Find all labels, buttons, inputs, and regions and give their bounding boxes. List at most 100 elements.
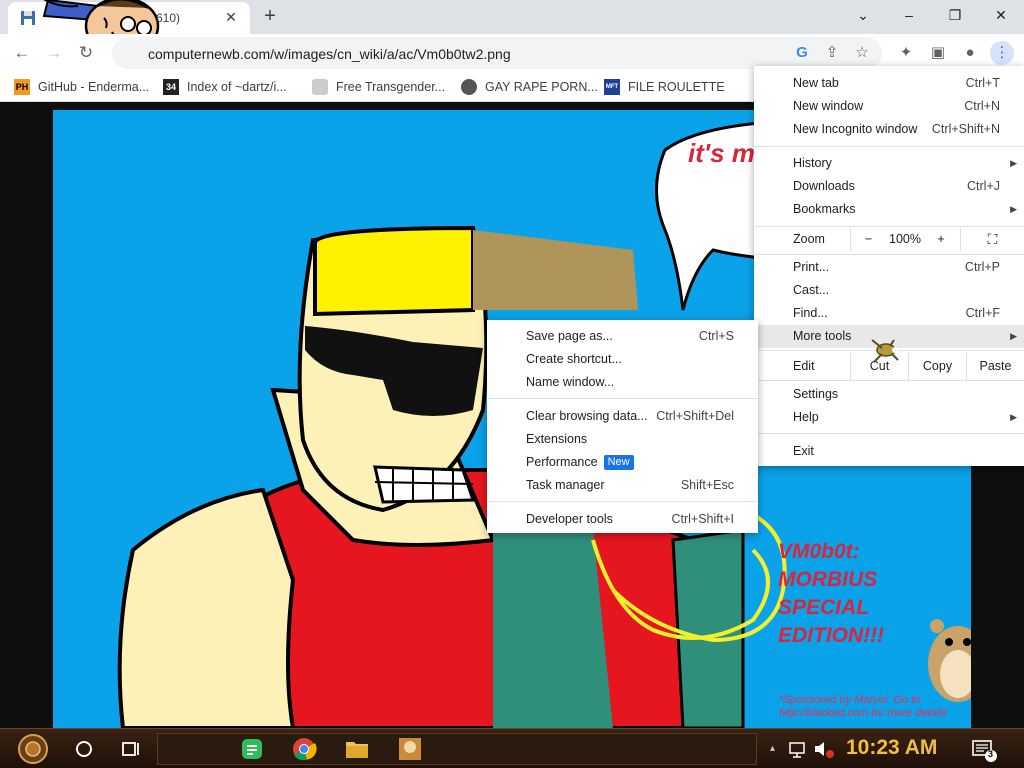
fullscreen-icon[interactable]: ⛶	[960, 228, 1024, 251]
menu-item-exit[interactable]: Exit	[754, 440, 1024, 463]
sponsor-line: *Sponsored by Marvel. Go to	[779, 694, 921, 706]
close-window-button[interactable]: ✕	[978, 0, 1024, 30]
bookmark-item-file-roulette[interactable]: MFT FILE ROULETTE	[604, 78, 725, 96]
forward-arrow-icon[interactable]: →	[42, 41, 66, 65]
menu-item-bookmarks[interactable]: Bookmarks ▶	[754, 198, 1024, 221]
bug-cursor-icon	[871, 339, 899, 363]
menu-item-label: Exit	[793, 444, 814, 458]
profile-avatar-icon[interactable]: ●	[958, 41, 982, 65]
zoom-in-button[interactable]: +	[924, 228, 958, 251]
sponsor-line: http://blacked.com for more details	[779, 707, 948, 719]
notes-app-icon[interactable]	[240, 733, 264, 765]
tab-close-icon[interactable]: ✕	[222, 8, 240, 26]
chrome-main-menu: New tab Ctrl+T New window Ctrl+N New Incog…	[754, 66, 1024, 466]
menu-shortcut: Ctrl+T	[965, 76, 1000, 90]
submenu-item-label: Create shortcut...	[526, 352, 622, 366]
bookmark-item-index[interactable]: 34 Index of ~dartz/i...	[163, 78, 287, 96]
zoom-out-button[interactable]: −	[850, 228, 886, 251]
active-tab[interactable]: 610) ✕	[8, 0, 250, 56]
bookmark-label: Index of ~dartz/i...	[187, 80, 287, 94]
menu-item-settings[interactable]: Settings	[754, 383, 1024, 406]
comic-title-line: MORBIUS	[778, 568, 878, 591]
menu-item-new-incognito[interactable]: New Incognito window Ctrl+Shift+N	[754, 118, 1024, 141]
menu-item-label: Help	[793, 410, 819, 424]
extensions-puzzle-icon[interactable]: ✦	[894, 41, 918, 65]
submenu-arrow-icon: ▶	[1010, 412, 1017, 422]
menu-item-find[interactable]: Find... Ctrl+F	[754, 302, 1024, 325]
bookmark-label: FILE ROULETTE	[628, 80, 725, 94]
menu-separator	[754, 433, 1024, 434]
submenu-item-performance[interactable]: Performance New	[487, 451, 758, 474]
volume-muted-icon[interactable]	[812, 733, 836, 765]
taskbar-clock[interactable]: 10:23 AM	[846, 736, 937, 760]
menu-separator	[754, 380, 1024, 381]
menu-shortcut: Ctrl+Shift+N	[931, 122, 1000, 136]
submenu-item-create-shortcut[interactable]: Create shortcut...	[487, 348, 758, 371]
submenu-item-task-manager[interactable]: Task manager Shift+Esc	[487, 474, 758, 497]
bookmark-star-icon[interactable]: ☆	[852, 43, 872, 63]
submenu-item-label: Name window...	[526, 375, 615, 389]
edit-label: Edit	[793, 359, 815, 373]
menu-separator	[487, 501, 758, 502]
menu-item-label: More tools	[793, 329, 852, 343]
reload-icon[interactable]: ↻	[74, 41, 98, 65]
submenu-item-name-window[interactable]: Name window...	[487, 371, 758, 394]
globe-favicon-icon	[461, 79, 477, 95]
menu-item-label: Find...	[793, 306, 828, 320]
submenu-shortcut: Ctrl+Shift+I	[671, 512, 734, 526]
file-explorer-icon[interactable]	[344, 733, 370, 765]
submenu-item-label: Developer tools	[526, 512, 613, 526]
menu-item-new-window[interactable]: New window Ctrl+N	[754, 95, 1024, 118]
menu-item-label: History	[793, 156, 832, 170]
menu-item-downloads[interactable]: Downloads Ctrl+J	[754, 175, 1024, 198]
copy-button[interactable]: Copy	[908, 353, 966, 380]
tray-chevron-icon[interactable]: ▴	[770, 733, 778, 765]
mft-favicon-icon: MFT	[604, 79, 620, 95]
chrome-icon[interactable]	[291, 733, 317, 765]
comic-title: VM0b0t: MORBIUS SPECIAL EDITION!!!	[778, 538, 884, 650]
chrome-menu-kebab-icon[interactable]: ⋮	[990, 41, 1014, 65]
menu-item-help[interactable]: Help ▶	[754, 406, 1024, 429]
new-tab-button[interactable]: +	[258, 5, 282, 29]
bookmark-item-github[interactable]: PH GitHub - Enderma...	[14, 78, 149, 96]
bookmark-item-globe[interactable]: GAY RAPE PORN...	[461, 78, 598, 96]
minimize-button[interactable]: –	[886, 0, 932, 30]
menu-separator	[487, 398, 758, 399]
window-controls: ⌄ – ❐ ✕	[840, 0, 1024, 30]
zoom-row: Zoom − 100% + ⛶	[754, 228, 1024, 251]
floppy-favicon-icon	[21, 11, 35, 25]
menu-shortcut: Ctrl+N	[964, 99, 1000, 113]
back-arrow-icon[interactable]: ←	[10, 41, 34, 65]
submenu-arrow-icon: ▶	[1010, 331, 1017, 341]
menu-item-label: Bookmarks	[793, 202, 856, 216]
zoom-label: Zoom	[793, 232, 825, 246]
submenu-item-label: Task manager	[526, 478, 605, 492]
start-orb-icon[interactable]	[12, 733, 54, 765]
bookmark-item-free[interactable]: Free Transgender...	[312, 78, 445, 96]
bookmark-label: GitHub - Enderma...	[38, 80, 150, 94]
address-bar[interactable]: computernewb.com/w/images/cn_wiki/a/ac/V…	[112, 37, 882, 69]
share-icon[interactable]: ⇪	[822, 43, 842, 63]
menu-item-history[interactable]: History ▶	[754, 152, 1024, 175]
game-app-icon[interactable]	[397, 733, 423, 765]
notification-center-icon[interactable]	[970, 733, 998, 765]
restore-button[interactable]: ❐	[932, 0, 978, 30]
submenu-item-extensions[interactable]: Extensions	[487, 428, 758, 451]
url-text: computernewb.com/w/images/cn_wiki/a/ac/V…	[148, 46, 511, 62]
menu-item-new-tab[interactable]: New tab Ctrl+T	[754, 72, 1024, 95]
submenu-shortcut: Ctrl+Shift+Del	[656, 409, 734, 423]
submenu-arrow-icon: ▶	[1010, 204, 1017, 214]
menu-item-print[interactable]: Print... Ctrl+P	[754, 256, 1024, 279]
search-circle-icon[interactable]	[72, 733, 96, 765]
tab-search-chevron-icon[interactable]: ⌄	[840, 0, 886, 30]
submenu-item-save-page[interactable]: Save page as... Ctrl+S	[487, 325, 758, 348]
paste-button[interactable]: Paste	[966, 353, 1024, 380]
network-icon[interactable]	[786, 733, 810, 765]
side-panel-icon[interactable]: ▣	[926, 41, 950, 65]
task-view-icon[interactable]	[118, 733, 142, 765]
submenu-item-clear-browsing-data[interactable]: Clear browsing data... Ctrl+Shift+Del	[487, 405, 758, 428]
google-lens-icon[interactable]: G	[792, 43, 812, 63]
submenu-item-developer-tools[interactable]: Developer tools Ctrl+Shift+I	[487, 508, 758, 531]
comic-title-line: SPECIAL	[778, 596, 870, 619]
menu-item-cast[interactable]: Cast...	[754, 279, 1024, 302]
